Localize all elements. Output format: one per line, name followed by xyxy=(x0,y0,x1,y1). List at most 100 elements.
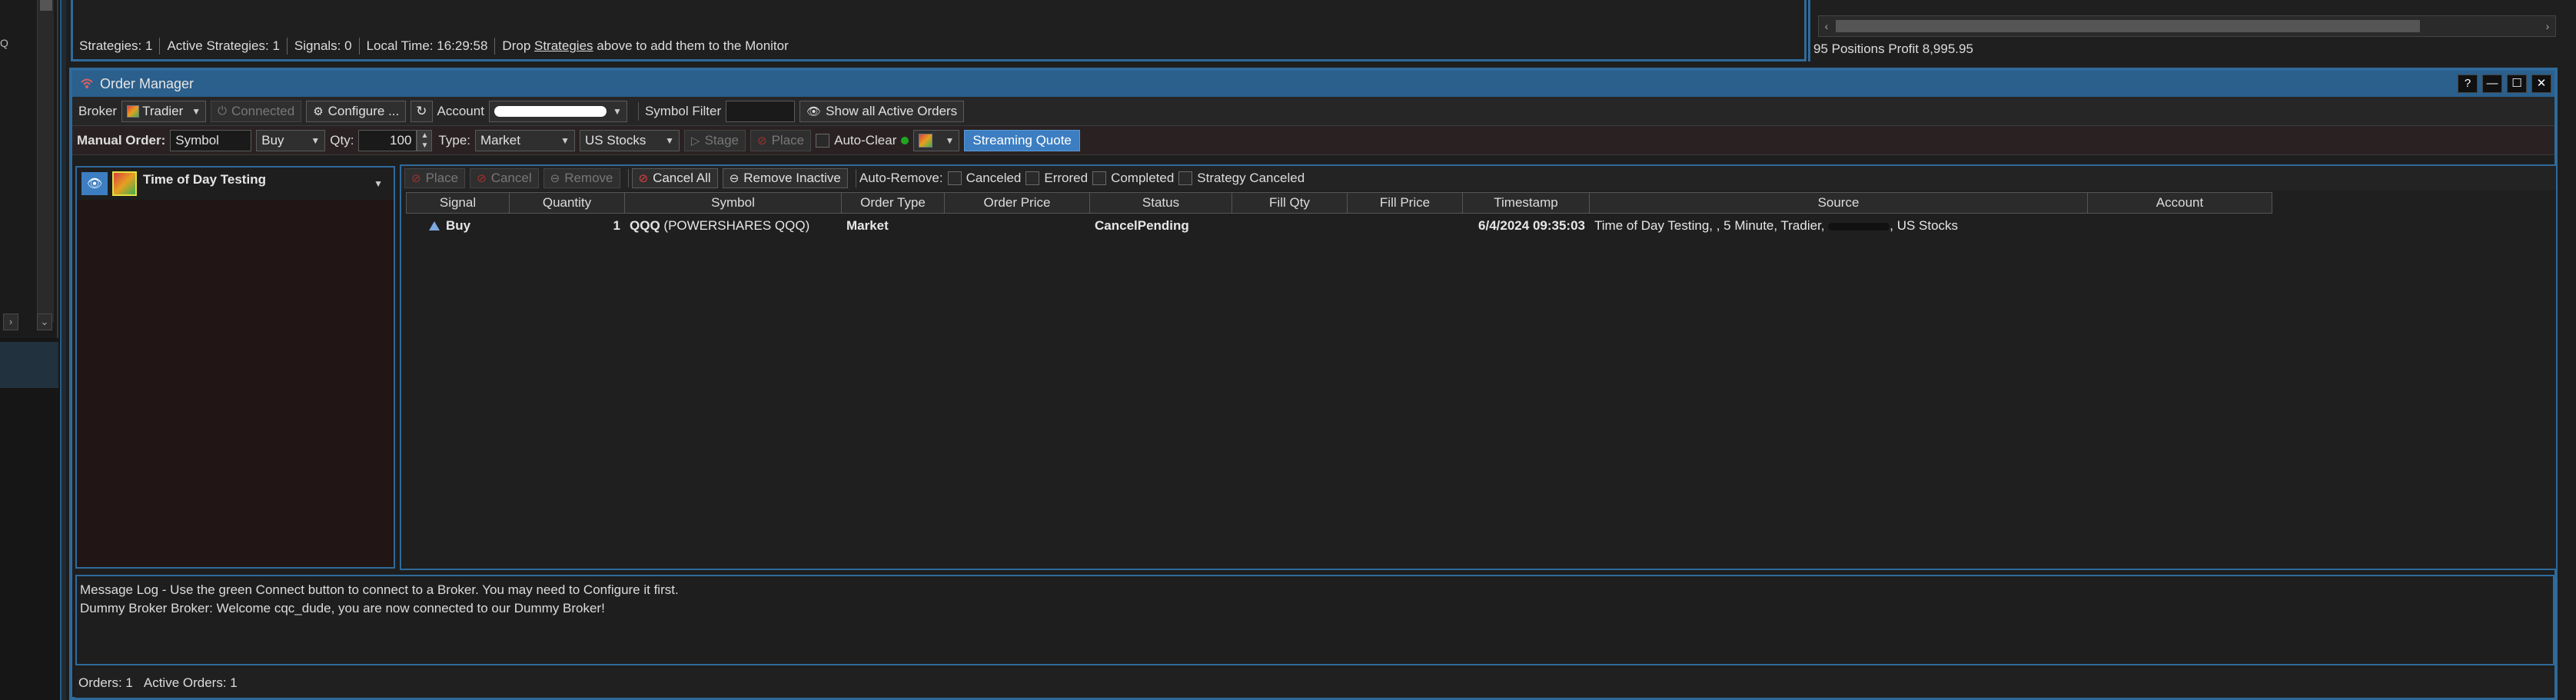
column-header-symbol[interactable]: Symbol xyxy=(625,192,842,214)
remove-inactive-button[interactable]: ⊖ Remove Inactive xyxy=(722,168,848,188)
show-all-active-orders-button[interactable]: 👁 Show all Active Orders xyxy=(799,100,965,122)
configure-button[interactable]: ⚙ Configure ... xyxy=(306,100,407,122)
redacted-source-mark xyxy=(1828,222,1890,231)
monitor-status-bar: Strategies: 1 Active Strategies: 1 Signa… xyxy=(79,34,789,58)
gear-icon: ⚙ xyxy=(313,105,324,118)
cancel-all-icon: ⊘ xyxy=(638,172,649,185)
place-manual-button[interactable]: ⊘ Place xyxy=(750,129,812,151)
left-vertical-scrollbar[interactable] xyxy=(37,0,54,323)
close-button[interactable]: ✕ xyxy=(2531,75,2551,93)
remove-icon: ⊖ xyxy=(550,172,560,185)
drop-hint: Drop Strategies above to add them to the… xyxy=(502,38,789,53)
account-label: Account xyxy=(437,103,484,118)
column-header-status[interactable]: Status xyxy=(1090,192,1232,214)
strategy-canceled-checkbox[interactable] xyxy=(1178,171,1193,185)
cancel-all-button[interactable]: ⊘ Cancel All xyxy=(631,168,718,188)
connect-button[interactable]: ⏻ Connected xyxy=(211,100,302,122)
strategy-logo-icon xyxy=(112,171,137,196)
order-manager-status-bar: Orders: 1 Active Orders: 1 xyxy=(75,668,2554,698)
strategy-logo-icon xyxy=(919,133,933,148)
active-orders-count: Active Orders: 1 xyxy=(143,675,238,690)
qty-label: Qty: xyxy=(330,132,354,148)
eye-icon: 👁 xyxy=(806,105,822,118)
strategy-icon-dropdown[interactable]: ▼ xyxy=(913,129,960,151)
local-time: Local Time: 16:29:58 xyxy=(366,38,488,53)
symbol-filter-label: Symbol Filter xyxy=(644,103,722,118)
orders-count: Orders: 1 xyxy=(78,675,133,690)
column-header-timestamp[interactable]: Timestamp xyxy=(1463,192,1590,214)
cell-quantity: 1 xyxy=(613,218,620,233)
orders-toolbar: ⊘ Place ⊘ Cancel ⊖ Remove ⊘ Cancel All ⊖ Remo… xyxy=(401,166,2556,191)
strategy-name: Time of Day Testing xyxy=(143,172,266,187)
maximize-button[interactable]: ☐ xyxy=(2507,75,2527,93)
chevron-down-icon: ▼ xyxy=(311,134,321,146)
column-header-account[interactable]: Account xyxy=(2088,192,2272,214)
column-header-order-price[interactable]: Order Price xyxy=(945,192,1090,214)
strategy-monitor-panel: Strategies: 1 Active Strategies: 1 Signa… xyxy=(71,0,1807,61)
chevron-down-icon: ▼ xyxy=(613,105,622,117)
help-button[interactable]: ? xyxy=(2458,75,2478,93)
chevron-down-icon: ▼ xyxy=(945,134,955,146)
left-sliver-panel: Q › ⌄ xyxy=(0,0,66,700)
wifi-icon xyxy=(81,78,93,88)
column-header-order-type[interactable]: Order Type xyxy=(842,192,945,214)
connection-status-dot-icon xyxy=(901,136,909,144)
positions-horizontal-scrollbar[interactable]: ‹ › xyxy=(1818,15,2556,37)
strategy-row[interactable]: 👁 Time of Day Testing ▼ xyxy=(77,168,394,200)
place-order-button[interactable]: ⊘ Place xyxy=(404,168,466,188)
column-header-source[interactable]: Source xyxy=(1590,192,2088,214)
column-header-fill-price[interactable]: Fill Price xyxy=(1348,192,1463,214)
column-header-signal[interactable]: Signal xyxy=(406,192,510,214)
cell-source: Time of Day Testing, , 5 Minute, Tradier… xyxy=(1594,218,1959,233)
left-selection-band xyxy=(0,342,58,388)
auto-clear-checkbox[interactable] xyxy=(816,133,830,148)
side-dropdown[interactable]: Buy ▼ xyxy=(256,129,326,151)
remove-inactive-icon: ⊖ xyxy=(729,172,740,185)
scroll-right-arrow-icon[interactable]: › xyxy=(2540,18,2555,35)
eye-icon[interactable]: 👁 xyxy=(81,172,108,195)
chevron-down-icon: ▼ xyxy=(560,134,570,146)
broker-dropdown[interactable]: Tradier ▼ xyxy=(121,100,207,122)
chevron-down-icon[interactable]: ▼ xyxy=(374,178,383,189)
type-label: Type: xyxy=(438,132,471,148)
canceled-checkbox[interactable] xyxy=(947,171,962,185)
account-dropdown[interactable]: ▼ xyxy=(488,100,627,122)
auto-remove-label: Auto-Remove: xyxy=(859,171,943,185)
scroll-left-arrow-icon[interactable]: ‹ xyxy=(1819,18,1834,35)
order-manager-titlebar[interactable]: Order Manager ? — ☐ ✕ xyxy=(72,71,2554,97)
stage-button[interactable]: ▷ Stage xyxy=(684,129,746,151)
strategy-list-panel: 👁 Time of Day Testing ▼ xyxy=(75,166,395,569)
refresh-account-button[interactable]: ↻ xyxy=(410,100,433,122)
symbol-filter-input[interactable] xyxy=(726,100,796,122)
positions-panel: ‹ › 95 Positions Profit 8,995.95 xyxy=(1808,0,2576,61)
errored-checkbox[interactable] xyxy=(1025,171,1040,185)
completed-label: Completed xyxy=(1111,171,1175,185)
table-row[interactable]: Buy 1 QQQ (POWERSHARES QQQ) Market Cance… xyxy=(406,214,2272,238)
qty-input[interactable]: 100 xyxy=(358,129,417,151)
symbol-input[interactable]: Symbol xyxy=(170,129,252,151)
column-header-fill-qty[interactable]: Fill Qty xyxy=(1232,192,1348,214)
market-dropdown[interactable]: US Stocks ▼ xyxy=(580,129,680,151)
signals-count: Signals: 0 xyxy=(294,38,352,53)
play-icon: ▷ xyxy=(691,134,700,148)
plug-icon: ⏻ xyxy=(218,105,227,118)
qty-stepper[interactable]: ▲ ▼ xyxy=(417,129,433,151)
order-type-dropdown[interactable]: Market ▼ xyxy=(475,129,576,151)
strategies-link[interactable]: Strategies xyxy=(534,38,593,53)
completed-checkbox[interactable] xyxy=(1092,171,1107,185)
manual-order-label: Manual Order: xyxy=(77,132,166,148)
window-title: Order Manager xyxy=(100,75,194,91)
broker-label: Broker xyxy=(78,103,118,118)
scroll-down-button[interactable]: ⌄ xyxy=(37,314,52,330)
streaming-quote-button[interactable]: Streaming Quote xyxy=(964,129,1080,151)
cell-order-type: Market xyxy=(846,218,889,233)
auto-clear-label: Auto-Clear xyxy=(834,132,897,148)
scroll-right-button[interactable]: › xyxy=(3,314,18,330)
order-manager-window: Order Manager ? — ☐ ✕ Broker Tradier ▼ ⏻ C… xyxy=(69,68,2558,700)
minimize-button[interactable]: — xyxy=(2482,75,2502,93)
orders-panel: ⊘ Place ⊘ Cancel ⊖ Remove ⊘ Cancel All ⊖ Remo… xyxy=(400,164,2558,570)
remove-order-button[interactable]: ⊖ Remove xyxy=(543,168,620,188)
cancel-order-button[interactable]: ⊘ Cancel xyxy=(470,168,539,188)
column-header-quantity[interactable]: Quantity xyxy=(510,192,625,214)
log-line: Message Log - Use the green Connect butt… xyxy=(80,582,679,597)
